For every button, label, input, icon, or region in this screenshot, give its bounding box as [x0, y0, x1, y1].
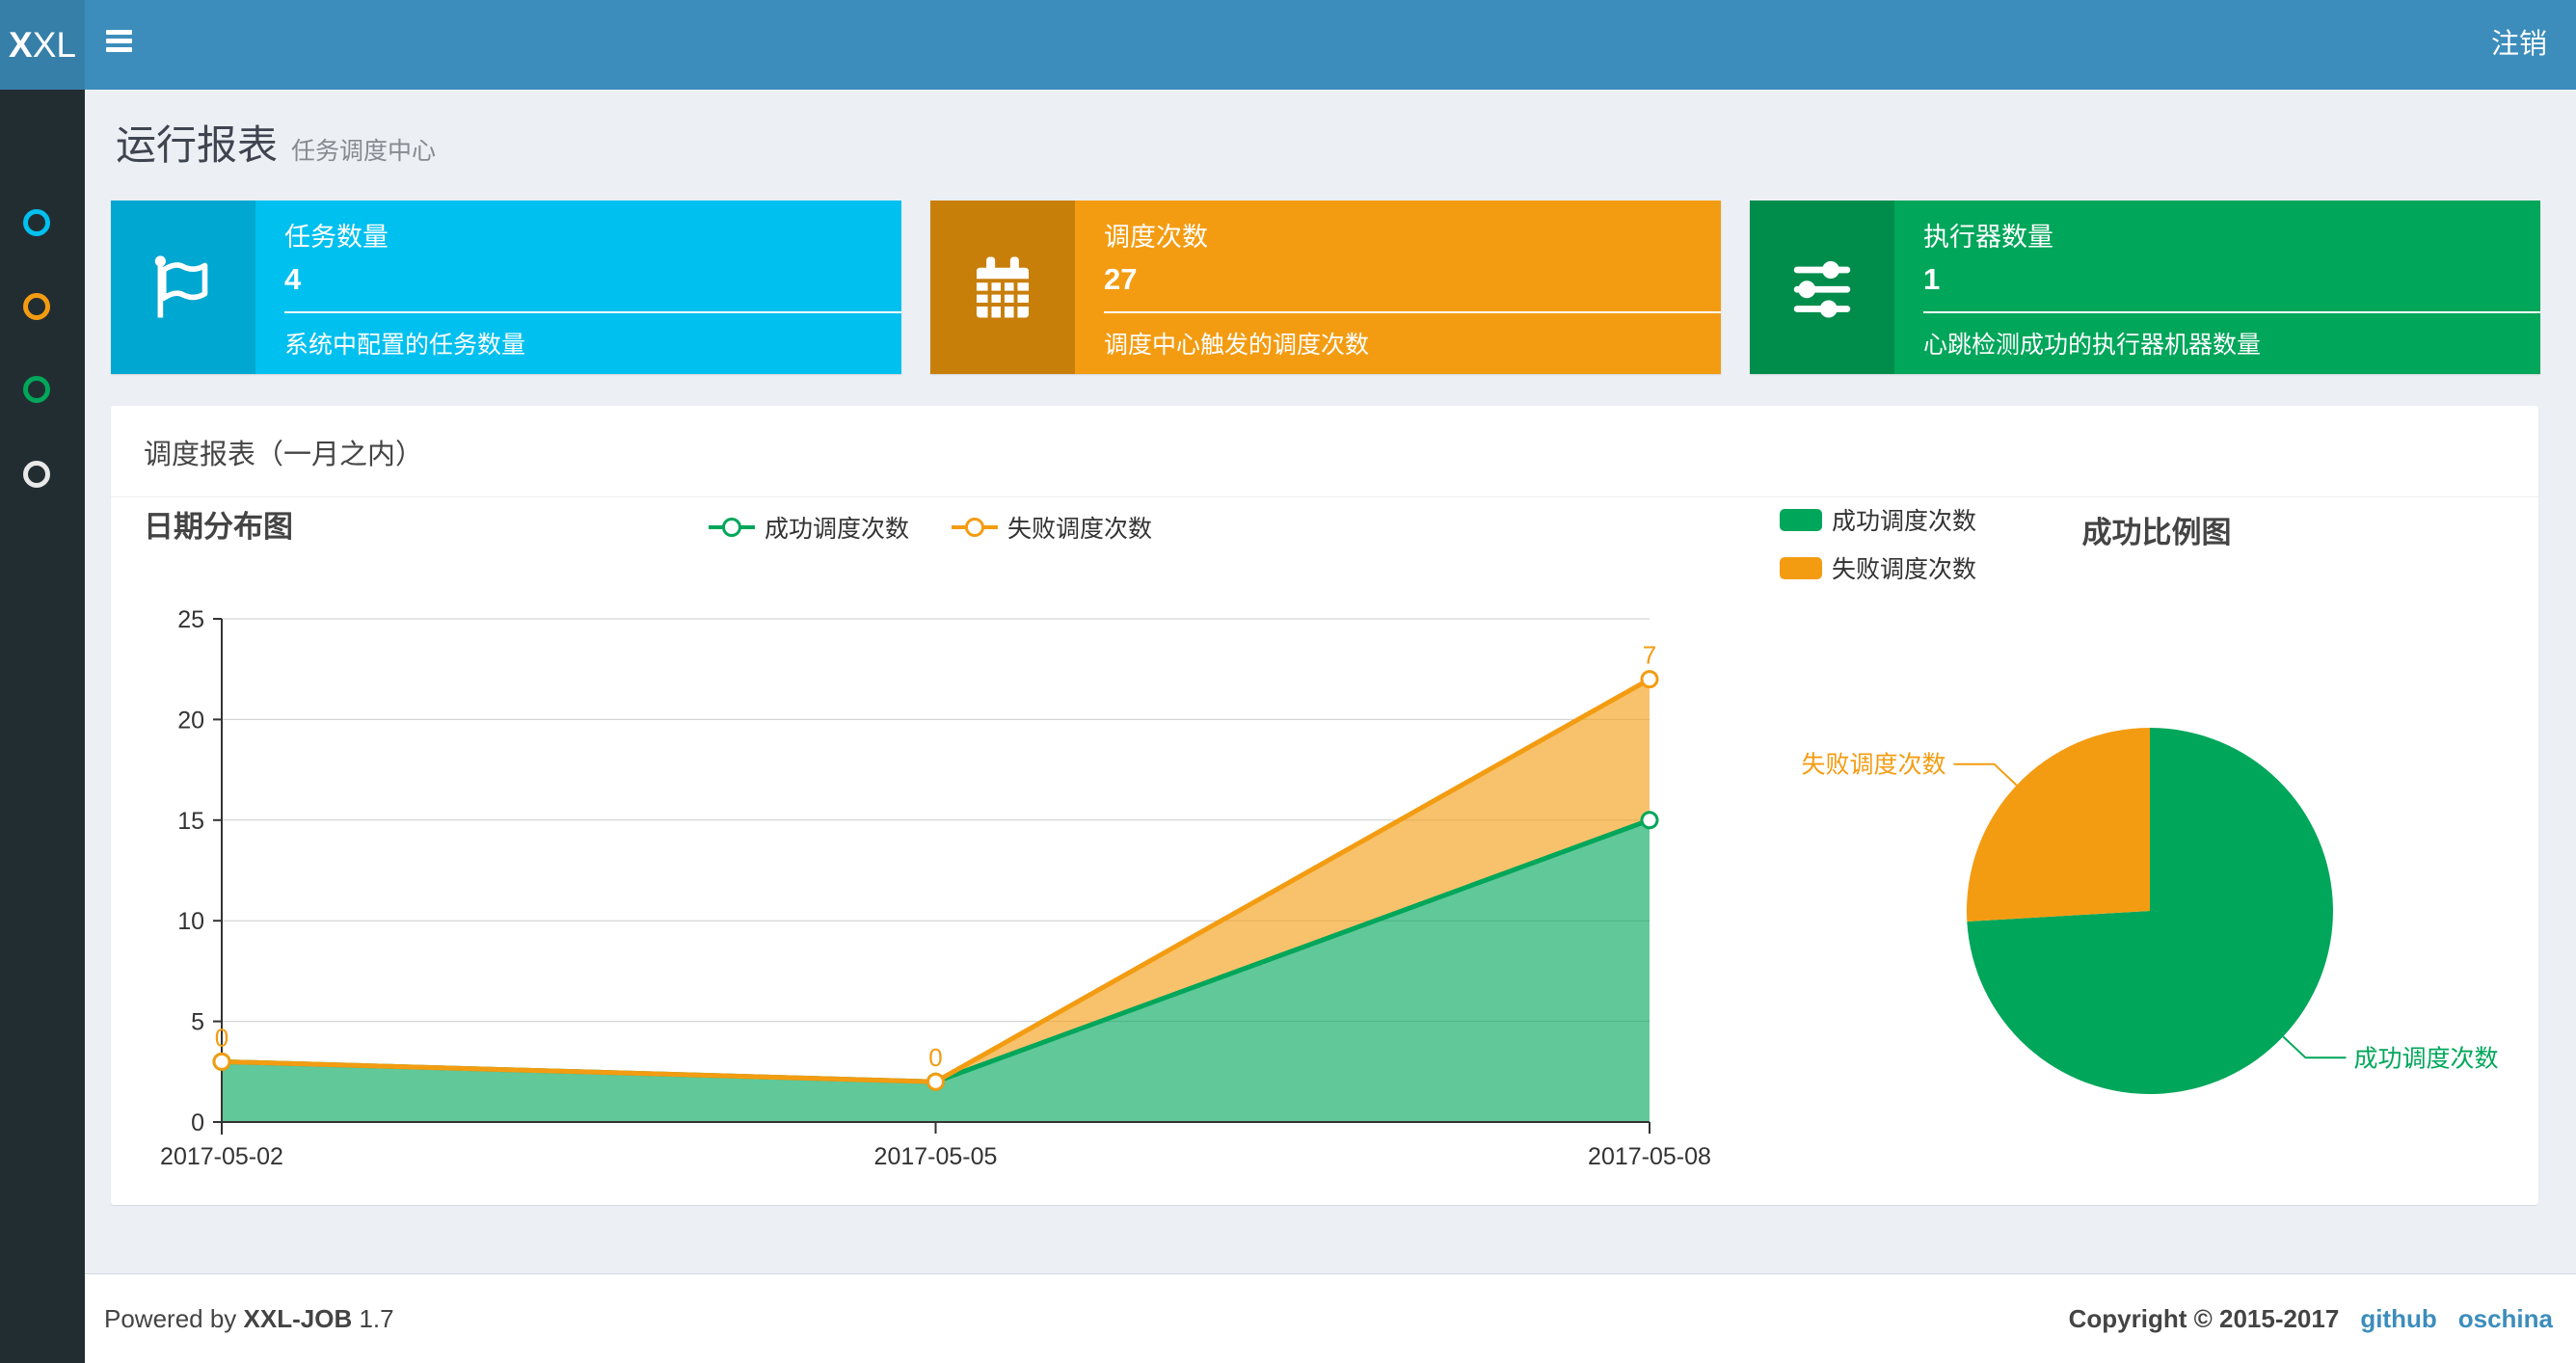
panel-title: 调度报表（一月之内） [144, 440, 424, 470]
stat-card-title: 调度次数 [1104, 223, 1208, 252]
main-content: 运行报表 任务调度中心 任务数量 4 系统中配置的任务数量 调度次数 27 调度… [85, 90, 2576, 1363]
date-distribution-area-chart: 05101520252017-05-02 2017-05-05 2017-05-08… [160, 606, 1711, 1170]
stat-card-body: 任务数量 4 系统中配置的任务数量 [255, 200, 901, 374]
success-ratio-pie-chart: 成功调度次数 失败调度次数 [1801, 728, 2499, 1094]
footer: Powered by XXL-JOB 1.7 Copyright © 2015-… [85, 1273, 2576, 1363]
calendar-icon [930, 200, 1075, 374]
svg-text:0: 0 [215, 1023, 228, 1052]
top-navbar: X XL 注销 [0, 0, 2576, 90]
page-header: 运行报表 任务调度中心 [116, 113, 436, 172]
line-marker-icon [709, 518, 755, 537]
sidebar-item-circle-icon[interactable] [23, 209, 50, 236]
product-name: XXL-JOB [243, 1303, 353, 1333]
svg-text:成功调度次数: 成功调度次数 [2354, 1045, 2499, 1072]
powered-by-text: Powered by XXL-JOB 1.7 [104, 1303, 394, 1333]
sidebar-item-circle-icon[interactable] [23, 376, 50, 403]
svg-text:0: 0 [928, 1043, 942, 1072]
stat-cards-row: 任务数量 4 系统中配置的任务数量 调度次数 27 调度中心触发的调度次数 执行… [111, 200, 2540, 374]
svg-text:20: 20 [177, 707, 204, 734]
sliders-icon [1750, 200, 1894, 374]
stat-card-value: 1 [1923, 262, 1941, 296]
sidebar-item-circle-icon[interactable] [23, 293, 50, 320]
line-chart-title: 日期分布图 [144, 510, 293, 544]
legend-item-fail[interactable]: 失败调度次数 [952, 510, 1152, 545]
logo-rest: XL [32, 24, 76, 65]
flag-icon [111, 200, 255, 374]
stat-card-value: 27 [1104, 262, 1138, 296]
report-panel: 调度报表（一月之内） 日期分布图 成功调度次数 失败调度次数 0 5 10 15 20 2… [111, 406, 2538, 1205]
svg-text:失败调度次数: 失败调度次数 [1801, 752, 1945, 779]
stat-card-jobs: 任务数量 4 系统中配置的任务数量 [111, 200, 901, 374]
page-subtitle: 任务调度中心 [291, 138, 437, 165]
copyright-text: Copyright © 2015-2017 [2068, 1303, 2340, 1333]
divider [1923, 311, 2540, 313]
svg-text:0: 0 [191, 1109, 204, 1136]
logo-bold: X [9, 24, 33, 65]
product-version: 1.7 [359, 1303, 394, 1333]
footer-right: Copyright © 2015-2017 github oschina [2069, 1304, 2553, 1334]
stat-card-body: 调度次数 27 调度中心触发的调度次数 [1075, 200, 1721, 374]
page-title: 运行报表 [116, 122, 279, 168]
divider [1104, 311, 1721, 313]
svg-text:5: 5 [191, 1009, 204, 1036]
app-logo[interactable]: X XL [0, 0, 85, 90]
legend-chip [1780, 508, 1822, 531]
stat-card-executors: 执行器数量 1 心跳检测成功的执行器机器数量 [1750, 200, 2540, 374]
stat-card-body: 执行器数量 1 心跳检测成功的执行器机器数量 [1894, 200, 2540, 374]
stat-card-description: 系统中配置的任务数量 [284, 332, 526, 359]
logout-link[interactable]: 注销 [2491, 0, 2547, 90]
sidebar [0, 90, 85, 1363]
oschina-link[interactable]: oschina [2458, 1304, 2553, 1334]
sidebar-item-circle-icon[interactable] [23, 461, 50, 488]
legend-item-success[interactable]: 成功调度次数 [1780, 502, 1976, 537]
xxl-job-dashboard: X XL 注销 运行报表 任务调度中心 任务数量 4 系统中配置的任务数量 调度… [0, 0, 2576, 1363]
stat-card-description: 调度中心触发的调度次数 [1104, 332, 1370, 359]
line-marker-icon [952, 518, 999, 537]
legend-item-success[interactable]: 成功调度次数 [709, 510, 909, 545]
svg-text:10: 10 [177, 908, 204, 935]
hamburger-menu-icon[interactable] [106, 30, 133, 59]
stat-card-value: 4 [284, 262, 302, 296]
stat-card-description: 心跳检测成功的执行器机器数量 [1923, 332, 2262, 359]
svg-text:2017-05-02: 2017-05-02 [160, 1143, 283, 1170]
divider [284, 311, 901, 313]
line-chart-legend: 成功调度次数 失败调度次数 [709, 510, 1152, 545]
svg-text:25: 25 [177, 606, 204, 633]
svg-text:15: 15 [177, 808, 204, 835]
divider [111, 496, 2538, 497]
stat-card-title: 任务数量 [284, 223, 389, 252]
stat-card-title: 执行器数量 [1923, 223, 2053, 252]
github-link[interactable]: github [2360, 1304, 2436, 1334]
pie-chart-title: 成功比例图 [2081, 516, 2232, 549]
svg-text:2017-05-05: 2017-05-05 [874, 1143, 998, 1170]
stat-card-triggers: 调度次数 27 调度中心触发的调度次数 [930, 200, 1721, 374]
